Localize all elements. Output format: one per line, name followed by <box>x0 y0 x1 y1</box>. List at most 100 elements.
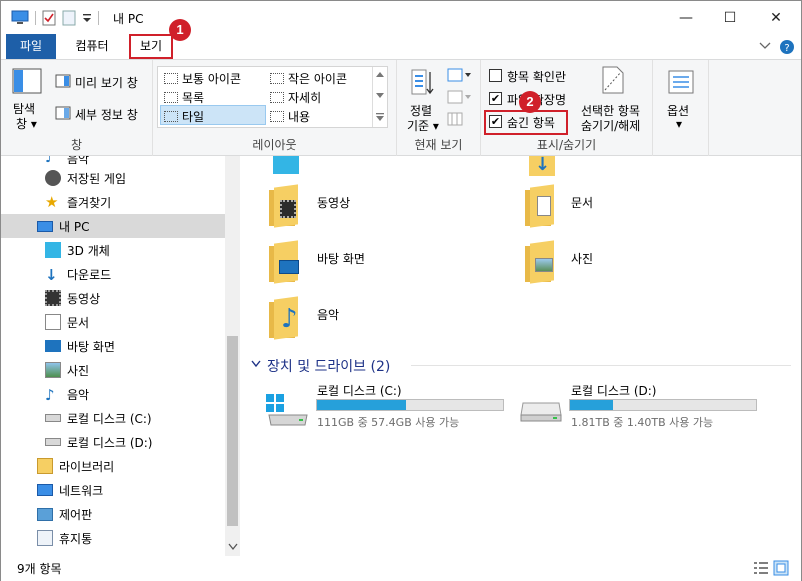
options-label-2: ▾ <box>676 117 683 131</box>
status-bar: 9개 항목 <box>1 556 801 581</box>
nav-item-pictures[interactable]: 사진 <box>1 358 225 382</box>
tab-file[interactable]: 파일 <box>6 34 56 59</box>
scroll-down-icon[interactable] <box>228 543 238 551</box>
layout-medium-icons-label: 보통 아이콘 <box>182 72 242 86</box>
nav-item-music[interactable]: ♪ 음악 <box>1 382 225 406</box>
download-icon: ↓ <box>535 154 551 175</box>
music-icon: ♪ <box>45 156 54 166</box>
nav-label: 사진 <box>67 363 90 378</box>
navigation-pane-button[interactable]: 탐색 창 ▾ <box>9 68 45 131</box>
scroll-down-icon <box>376 93 384 98</box>
minimize-button[interactable]: — <box>663 1 709 34</box>
downloads-folder-partial[interactable]: ↓ <box>529 154 555 176</box>
document-icon <box>45 314 61 330</box>
highlight-hidden-items <box>484 110 568 135</box>
desktop-folder-icon <box>269 240 299 284</box>
3d-objects-folder-partial[interactable] <box>273 156 299 174</box>
nav-label: 즐겨찾기 <box>67 195 112 210</box>
nav-item-libraries[interactable]: 라이브러리 <box>1 454 225 478</box>
layout-small-icons[interactable]: 작은 아이콘 <box>270 70 347 87</box>
size-columns-icon[interactable] <box>447 112 463 126</box>
options-button[interactable]: 옵션 ▾ <box>663 68 699 132</box>
chevron-down-icon[interactable] <box>759 41 771 51</box>
nav-scroll-thumb[interactable] <box>227 336 238 526</box>
preview-pane-button[interactable]: 미리 보기 창 <box>55 72 147 90</box>
medium-icons-icon <box>164 73 178 84</box>
drive-c-usage-fill <box>317 400 407 410</box>
folder-label: 문서 <box>571 196 594 210</box>
nav-item-recycle-bin[interactable]: 휴지통 <box>1 526 225 550</box>
drive-c-usage-bar <box>316 399 504 411</box>
properties-icon[interactable] <box>42 10 56 26</box>
nav-item-saved-games[interactable]: 저장된 게임 <box>1 166 225 190</box>
nav-item-network[interactable]: 네트워크 <box>1 478 225 502</box>
customize-arrow-icon[interactable] <box>82 12 92 24</box>
star-icon: ★ <box>45 193 59 211</box>
network-icon <box>37 484 53 496</box>
nav-label: 동영상 <box>67 291 101 306</box>
item-checkboxes-checkbox[interactable] <box>489 69 502 82</box>
nav-item-documents[interactable]: 문서 <box>1 310 225 334</box>
nav-label: 음악 <box>67 156 90 166</box>
folder-label: 동영상 <box>317 196 351 210</box>
details-view-icon[interactable] <box>753 561 769 575</box>
drive-icon <box>45 438 61 446</box>
add-columns-icon[interactable] <box>447 90 471 104</box>
nav-item-3d-objects[interactable]: 3D 개체 <box>1 238 225 262</box>
layout-content[interactable]: 내용 <box>270 108 310 125</box>
hide-selected-items-button[interactable]: 선택한 항목 숨기기/해제 <box>577 66 649 133</box>
chevron-down-icon[interactable] <box>251 360 261 368</box>
nav-item-this-pc[interactable]: 내 PC <box>1 214 225 238</box>
tab-computer[interactable]: 컴퓨터 <box>61 34 123 59</box>
pc-icon <box>11 10 29 24</box>
nav-scrollbar[interactable] <box>225 156 240 556</box>
nav-item-local-disk-d[interactable]: 로컬 디스크 (D:) <box>1 430 225 454</box>
svg-text:?: ? <box>784 43 789 54</box>
help-icon[interactable]: ? <box>779 39 795 55</box>
sort-by-button[interactable]: 정렬 기준 ▾ <box>407 68 441 133</box>
separator <box>98 11 99 25</box>
layout-details[interactable]: 자세히 <box>270 89 321 106</box>
section-divider <box>411 365 791 366</box>
nav-label: 라이브러리 <box>59 459 115 474</box>
list-icon <box>164 92 178 103</box>
step-badge-1: 1 <box>169 19 191 41</box>
step-badge-2: 2 <box>519 91 541 113</box>
nav-label: 저장된 게임 <box>67 171 127 186</box>
nav-item-downloads[interactable]: ↓ 다운로드 <box>1 262 225 286</box>
scroll-up-icon <box>376 72 384 77</box>
nav-item-desktop[interactable]: 바탕 화면 <box>1 334 225 358</box>
nav-item-favorites[interactable]: ★ 즐겨찾기 <box>1 190 225 214</box>
details-icon <box>270 92 284 103</box>
nav-label: 음악 <box>67 387 90 402</box>
options-icon <box>668 70 694 94</box>
preview-pane-label: 미리 보기 창 <box>75 76 138 90</box>
nav-item-videos[interactable]: 동영상 <box>1 286 225 310</box>
content-icon <box>270 111 284 122</box>
hide-selected-icon <box>602 66 624 94</box>
group-label-layout: 레이아웃 <box>252 138 297 152</box>
nav-label: 제어판 <box>59 507 93 522</box>
devices-section-header[interactable]: 장치 및 드라이브 (2) <box>267 356 390 376</box>
pc-icon <box>37 220 53 232</box>
layout-gallery-scroll[interactable] <box>372 67 387 127</box>
layout-list[interactable]: 목록 <box>164 89 204 106</box>
close-button[interactable]: ✕ <box>753 1 799 34</box>
navigation-pane-icon <box>12 68 42 94</box>
title-bar: 내 PC — ☐ ✕ <box>1 1 801 34</box>
details-pane-button[interactable]: 세부 정보 창 <box>55 104 147 122</box>
file-extensions-checkbox[interactable]: ✔ <box>489 92 502 105</box>
layout-tiles[interactable]: 타일 <box>164 108 204 125</box>
tab-view[interactable]: 보기 <box>129 34 173 59</box>
desktop-icon <box>45 340 61 352</box>
layout-medium-icons[interactable]: 보통 아이콘 <box>164 70 241 87</box>
large-icons-view-icon[interactable] <box>773 560 789 576</box>
control-panel-icon <box>37 507 53 521</box>
hide-selected-label-2: 숨기기/해제 <box>581 119 641 133</box>
group-by-icon[interactable] <box>447 68 471 82</box>
maximize-button[interactable]: ☐ <box>707 1 753 34</box>
new-folder-icon[interactable] <box>62 10 76 26</box>
windows-drive-icon <box>266 394 308 426</box>
nav-item-local-disk-c[interactable]: 로컬 디스크 (C:) <box>1 406 225 430</box>
nav-item-control-panel[interactable]: 제어판 <box>1 502 225 526</box>
